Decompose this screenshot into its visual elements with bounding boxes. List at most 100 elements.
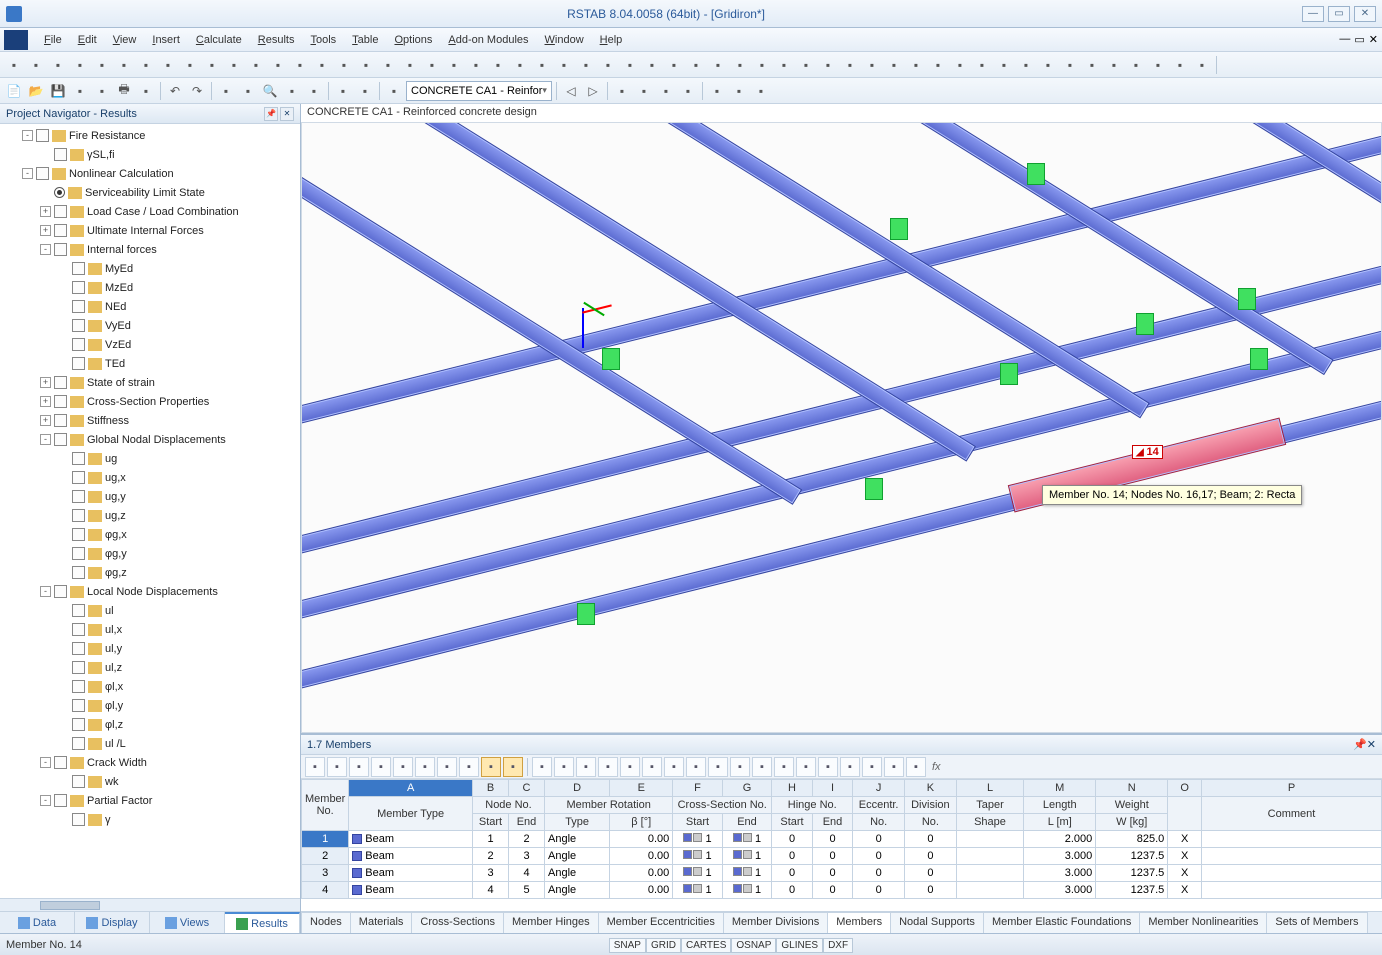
table-toolbar-button[interactable]: ▪	[862, 757, 882, 777]
checkbox[interactable]	[72, 547, 85, 560]
status-osnap[interactable]: OSNAP	[731, 938, 776, 953]
app-logo[interactable]	[4, 30, 28, 50]
toolbar-button[interactable]: ▪	[1016, 55, 1036, 75]
checkbox[interactable]	[72, 471, 85, 484]
toolbar-button[interactable]: ▪	[238, 81, 258, 101]
3d-viewport[interactable]: ◢ 14 Member No. 14; Nodes No. 16,17; Bea…	[301, 122, 1382, 733]
toolbar-button[interactable]: ▪	[678, 81, 698, 101]
toolbar-button[interactable]: ▪	[774, 55, 794, 75]
toolbar-button[interactable]: ▪	[884, 55, 904, 75]
table-toolbar-button[interactable]: ▪	[327, 757, 347, 777]
redo-button[interactable]: ↷	[187, 81, 207, 101]
menu-table[interactable]: Table	[344, 30, 386, 50]
nav-tab-results[interactable]: Results	[225, 912, 300, 933]
tree-item[interactable]: -Local Node Displacements	[4, 582, 296, 601]
tree-item[interactable]: ul,y	[4, 639, 296, 658]
toolbar-button[interactable]: ▪	[1170, 55, 1190, 75]
table-toolbar-button[interactable]: ▪	[371, 757, 391, 777]
maximize-button[interactable]: ▭	[1328, 6, 1350, 22]
toolbar-button[interactable]: ▪	[26, 55, 46, 75]
toolbar-button[interactable]: ▪	[333, 81, 353, 101]
tree-item[interactable]: +State of strain	[4, 373, 296, 392]
tree-item[interactable]: Serviceability Limit State	[4, 183, 296, 202]
toolbar-button[interactable]: ▪	[796, 55, 816, 75]
tree-item[interactable]: -Nonlinear Calculation	[4, 164, 296, 183]
table-tab-members[interactable]: Members	[827, 912, 891, 933]
expander-icon[interactable]: +	[40, 415, 51, 426]
checkbox[interactable]	[72, 623, 85, 636]
members-grid[interactable]: MemberNo.ABCDEFGHIJKLMNOPMember TypeNode…	[301, 779, 1382, 911]
tree-item[interactable]: ul,x	[4, 620, 296, 639]
menu-help[interactable]: Help	[592, 30, 631, 50]
tree-item[interactable]: ul,z	[4, 658, 296, 677]
zoom-button[interactable]: 🔍	[260, 81, 280, 101]
nav-tab-display[interactable]: Display	[75, 912, 150, 933]
tree-item[interactable]: +Cross-Section Properties	[4, 392, 296, 411]
checkbox[interactable]	[72, 281, 85, 294]
toolbar-button[interactable]: ▪	[642, 55, 662, 75]
tree-item[interactable]: VyEd	[4, 316, 296, 335]
toolbar-button[interactable]: ▪	[686, 55, 706, 75]
table-toolbar-button[interactable]: ▪	[532, 757, 552, 777]
table-toolbar-button[interactable]: ▪	[884, 757, 904, 777]
status-glines[interactable]: GLINES	[776, 938, 823, 953]
toolbar-button[interactable]: ▪	[246, 55, 266, 75]
checkbox[interactable]	[72, 566, 85, 579]
table-toolbar-button[interactable]: ▪	[393, 757, 413, 777]
tree-item[interactable]: γSL,fi	[4, 145, 296, 164]
expander-icon[interactable]: -	[40, 244, 51, 255]
toolbar-button[interactable]: ▪	[532, 55, 552, 75]
table-tab-member-hinges[interactable]: Member Hinges	[503, 912, 599, 933]
tree-item[interactable]: φg,y	[4, 544, 296, 563]
table-toolbar-button[interactable]: ▪	[906, 757, 926, 777]
toolbar-button[interactable]: ▪	[906, 55, 926, 75]
toolbar-button[interactable]: ▪	[304, 81, 324, 101]
table-toolbar-button[interactable]: ▪	[598, 757, 618, 777]
toolbar-button[interactable]: ▪	[92, 81, 112, 101]
tree-item[interactable]: γ	[4, 810, 296, 829]
toolbar-button[interactable]: ▪	[356, 55, 376, 75]
menu-edit[interactable]: Edit	[70, 30, 105, 50]
tree-item[interactable]: φl,x	[4, 677, 296, 696]
table-toolbar-button[interactable]: ▪	[686, 757, 706, 777]
new-button[interactable]: 📄	[4, 81, 24, 101]
toolbar-button[interactable]: ▪	[576, 55, 596, 75]
toolbar-button[interactable]: ▪	[1126, 55, 1146, 75]
checkbox[interactable]	[54, 756, 67, 769]
tree-item[interactable]: MyEd	[4, 259, 296, 278]
tree-item[interactable]: VzEd	[4, 335, 296, 354]
expander-icon[interactable]: -	[40, 795, 51, 806]
pin-button[interactable]: 📌	[264, 107, 278, 121]
status-grid[interactable]: GRID	[646, 938, 681, 953]
table-row[interactable]: 3Beam34Angle0.00 1 100003.0001237.5X	[302, 865, 1382, 882]
checkbox[interactable]	[72, 813, 85, 826]
checkbox[interactable]	[54, 243, 67, 256]
table-toolbar-button[interactable]: ▪	[796, 757, 816, 777]
table-tab-sets-of-members[interactable]: Sets of Members	[1266, 912, 1367, 933]
expander-icon[interactable]: -	[40, 586, 51, 597]
tree-item[interactable]: ul	[4, 601, 296, 620]
table-toolbar-button[interactable]: ▪	[481, 757, 501, 777]
undo-button[interactable]: ↶	[165, 81, 185, 101]
checkbox[interactable]	[72, 699, 85, 712]
table-toolbar-button[interactable]: ▪	[774, 757, 794, 777]
table-toolbar-button[interactable]: ▪	[642, 757, 662, 777]
checkbox[interactable]	[54, 414, 67, 427]
menu-file[interactable]: File	[36, 30, 70, 50]
toolbar-button[interactable]: ▪	[634, 81, 654, 101]
checkbox[interactable]	[72, 452, 85, 465]
checkbox[interactable]	[54, 585, 67, 598]
nav-tab-views[interactable]: Views	[150, 912, 225, 933]
tree-item[interactable]: TEd	[4, 354, 296, 373]
expander-icon[interactable]: -	[40, 434, 51, 445]
expander-icon[interactable]: -	[40, 757, 51, 768]
tree-item[interactable]: ul /L	[4, 734, 296, 753]
close-panel-button[interactable]: ✕	[1367, 738, 1376, 751]
toolbar-button[interactable]: ▪	[554, 55, 574, 75]
table-tab-materials[interactable]: Materials	[350, 912, 413, 933]
toolbar-button[interactable]: ▪	[136, 55, 156, 75]
tree-item[interactable]: ug,x	[4, 468, 296, 487]
checkbox[interactable]	[72, 357, 85, 370]
close-button[interactable]: ✕	[1354, 6, 1376, 22]
status-dxf[interactable]: DXF	[823, 938, 853, 953]
